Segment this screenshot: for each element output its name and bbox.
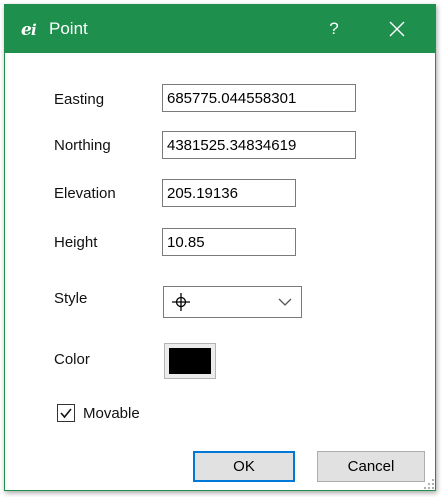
movable-label[interactable]: Movable: [83, 405, 140, 422]
checkmark-icon: [60, 408, 72, 419]
resize-grip-icon[interactable]: [423, 478, 435, 490]
color-picker-button[interactable]: [164, 343, 216, 379]
ok-button[interactable]: OK: [193, 451, 295, 482]
close-icon: [389, 21, 405, 37]
svg-text:i: i: [31, 21, 37, 39]
elevation-label: Elevation: [54, 185, 116, 202]
close-button[interactable]: [373, 5, 421, 53]
movable-checkbox[interactable]: [57, 404, 75, 422]
style-label: Style: [54, 290, 88, 307]
elevation-field[interactable]: [162, 179, 296, 207]
window-title: Point: [49, 19, 88, 38]
northing-label: Northing: [54, 137, 111, 154]
cancel-button[interactable]: Cancel: [317, 451, 425, 482]
title-bar[interactable]: e i Point ?: [5, 5, 435, 53]
northing-field[interactable]: [162, 131, 356, 159]
help-button[interactable]: ?: [311, 5, 357, 53]
easting-field[interactable]: [162, 84, 356, 112]
height-field[interactable]: [162, 228, 296, 256]
color-label: Color: [54, 351, 90, 368]
chevron-down-icon[interactable]: [278, 297, 292, 307]
point-dialog: e i Point ? Easting Northing Elevation H…: [4, 4, 436, 491]
color-swatch-fill: [169, 348, 211, 374]
style-dropdown[interactable]: [163, 286, 302, 318]
crosshair-icon: [172, 293, 190, 311]
height-label: Height: [54, 234, 98, 251]
easting-label: Easting: [54, 91, 105, 108]
app-logo-icon: e i: [19, 18, 41, 40]
